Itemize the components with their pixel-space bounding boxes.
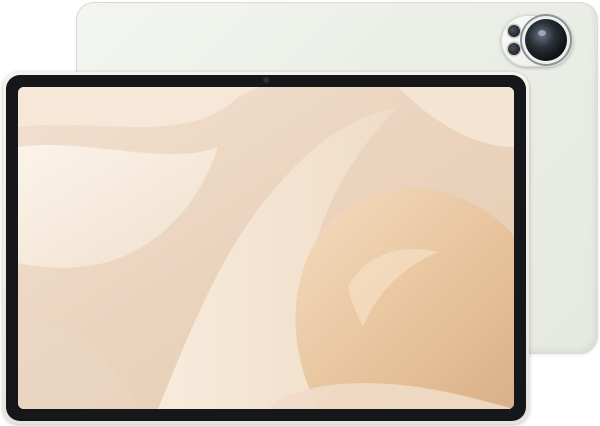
screen-bezel — [6, 75, 526, 421]
wallpaper-art — [18, 87, 514, 409]
main-camera-lens-icon — [525, 19, 567, 61]
sensor-lens-icon — [508, 43, 520, 55]
camera-module — [501, 15, 573, 67]
tablet-front — [3, 72, 529, 424]
front-camera-icon — [263, 77, 269, 83]
product-photo — [0, 0, 600, 426]
secondary-lens-icon — [508, 25, 520, 37]
tablet-screen-wallpaper — [18, 87, 514, 409]
